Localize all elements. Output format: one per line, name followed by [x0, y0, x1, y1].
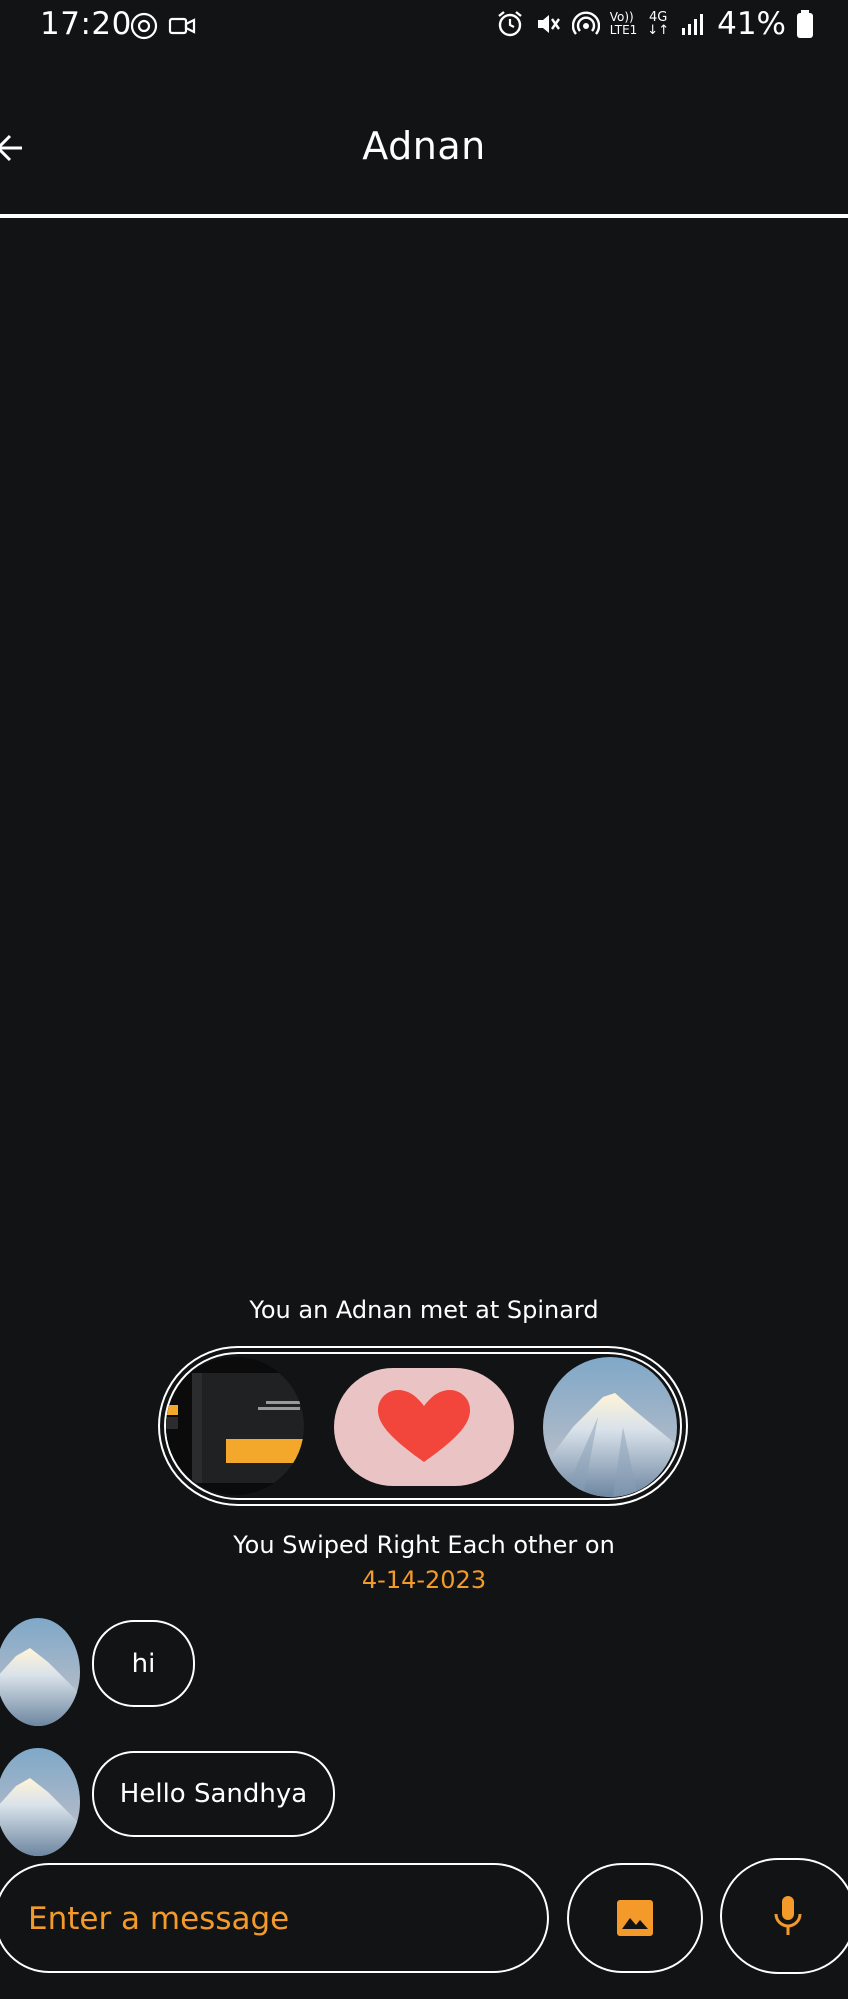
microphone-icon	[774, 1896, 802, 1935]
video-icon	[168, 17, 196, 35]
signal-icon	[682, 14, 704, 35]
message-text: hi	[131, 1648, 156, 1679]
battery-percent: 41%	[717, 6, 786, 42]
screen-record-icon	[130, 12, 158, 40]
microphone-button[interactable]	[720, 1858, 848, 1974]
network-label-bottom: LTE1	[609, 23, 638, 37]
sender-avatar[interactable]	[0, 1618, 80, 1726]
chat-title: Adnan	[362, 124, 486, 168]
sender-avatar[interactable]	[0, 1748, 80, 1856]
match-photo-thumbnail	[543, 1357, 677, 1497]
heart-icon	[378, 1390, 470, 1462]
meet-text: You an Adnan met at Spinard	[249, 1296, 599, 1324]
avatar-mountain-image	[0, 1748, 80, 1856]
message-input[interactable]	[26, 1865, 520, 1973]
mountain-image	[543, 1357, 677, 1497]
gallery-button[interactable]	[567, 1863, 703, 1973]
image-icon	[617, 1900, 653, 1936]
battery-icon	[797, 10, 813, 38]
network-type: 4G ↓↑	[647, 11, 669, 37]
status-time: 17:20	[40, 6, 132, 42]
mute-icon	[537, 15, 560, 33]
network-label: Vo)) LTE1	[610, 11, 638, 37]
status-right: Vo)) LTE1 4G ↓↑ 41%	[496, 6, 814, 42]
hotspot-icon	[571, 11, 600, 35]
message-bubble[interactable]: Hello Sandhya	[92, 1751, 335, 1837]
alarm-icon	[497, 11, 522, 37]
swipe-text: You Swiped Right Each other on	[233, 1531, 615, 1559]
screenshot-thumbnail-image	[166, 1357, 304, 1495]
message-input-container	[0, 1863, 549, 1973]
header-divider	[0, 214, 848, 218]
message-bubble[interactable]: hi	[92, 1620, 195, 1707]
status-left-icons	[130, 12, 196, 40]
data-arrows-icon: ↓↑	[647, 23, 670, 38]
message-text: Hello Sandhya	[119, 1779, 308, 1809]
match-date: 4-14-2023	[361, 1566, 487, 1594]
user-photo-thumbnail	[166, 1357, 304, 1495]
avatar-mountain-image	[0, 1618, 80, 1726]
heart-badge	[334, 1368, 514, 1486]
